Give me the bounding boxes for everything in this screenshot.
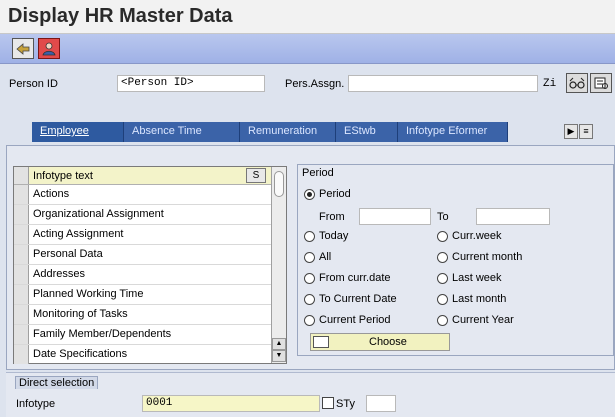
radio-label: Today xyxy=(319,230,349,242)
page-title: Display HR Master Data xyxy=(8,5,233,27)
row-select-cell[interactable] xyxy=(14,345,29,364)
title-bar: Display HR Master Data xyxy=(0,0,615,34)
radio-last-week[interactable] xyxy=(437,273,448,284)
sty-label: STy xyxy=(336,398,355,410)
radio-label: From curr.date xyxy=(319,272,391,284)
row-select-cell[interactable] xyxy=(14,245,29,264)
display-button[interactable] xyxy=(566,73,588,93)
list-item-label: Monitoring of Tasks xyxy=(33,308,128,320)
row-select-cell[interactable] xyxy=(14,225,29,244)
period-group-title: Period xyxy=(300,167,336,179)
radio-curr-week[interactable] xyxy=(437,231,448,242)
glasses-icon xyxy=(569,77,585,89)
list-scrollbar[interactable]: ▲ ▼ xyxy=(271,167,286,363)
row-select-cell[interactable] xyxy=(14,185,29,204)
radio-label: Current month xyxy=(452,251,523,263)
person-id-field[interactable]: <Person ID> xyxy=(117,75,265,92)
infotype-header-label: Infotype text xyxy=(33,170,93,182)
pers-assign-field[interactable] xyxy=(348,75,538,92)
list-item-label: Addresses xyxy=(33,268,85,280)
radio-label: Last week xyxy=(452,272,502,284)
radio-to-current-date[interactable] xyxy=(304,294,315,305)
infotype-input[interactable]: 0001 xyxy=(142,395,320,412)
person-id-label: Person ID xyxy=(9,78,58,90)
radio-label: Current Year xyxy=(452,314,514,326)
radio-label: Last month xyxy=(452,293,507,305)
right-indicator: Zi xyxy=(543,78,557,90)
radio-today[interactable] xyxy=(304,231,315,242)
to-label: To xyxy=(437,211,449,223)
list-item-label: Actions xyxy=(33,188,70,200)
to-date-field[interactable] xyxy=(476,208,550,225)
from-date-field[interactable] xyxy=(359,208,431,225)
calendar-icon xyxy=(313,336,329,348)
radio-from-curr-date[interactable] xyxy=(304,273,315,284)
radio-label: Current Period xyxy=(319,314,391,326)
radio-current-month[interactable] xyxy=(437,252,448,263)
sty-field[interactable] xyxy=(366,395,396,412)
radio-label: Curr.week xyxy=(452,230,502,242)
scroll-down-button[interactable]: ▼ xyxy=(272,350,286,362)
list-item[interactable]: Acting Assignment xyxy=(14,225,272,245)
scroll-thumb[interactable] xyxy=(274,171,284,197)
infotype-list: Infotype text S Actions Organizational A… xyxy=(13,166,287,364)
back-icon xyxy=(16,42,30,55)
list-item[interactable]: Monitoring of Tasks xyxy=(14,305,272,325)
list-item[interactable]: Addresses xyxy=(14,265,272,285)
list-item[interactable]: Organizational Assignment xyxy=(14,205,272,225)
person-icon xyxy=(42,42,56,55)
list-item[interactable]: Date Specifications xyxy=(14,345,272,364)
radio-current-year[interactable] xyxy=(437,315,448,326)
tab-remuneration[interactable]: Remuneration xyxy=(240,122,336,142)
list-item-label: Date Specifications xyxy=(33,348,128,360)
list-item-label: Planned Working Time xyxy=(33,288,144,300)
radio-last-month[interactable] xyxy=(437,294,448,305)
direct-selection-title: Direct selection xyxy=(15,376,99,389)
sort-button[interactable]: S xyxy=(246,168,266,183)
application-toolbar xyxy=(0,34,615,64)
overview-icon xyxy=(594,77,608,89)
from-label: From xyxy=(319,211,345,223)
list-item-label: Family Member/Dependents xyxy=(33,328,172,340)
list-item-label: Organizational Assignment xyxy=(33,208,164,220)
infotype-label: Infotype xyxy=(16,398,56,410)
select-all-cell[interactable] xyxy=(14,167,29,184)
list-item[interactable]: Personal Data xyxy=(14,245,272,265)
tab-list-button[interactable]: ≡ xyxy=(579,124,593,139)
radio-period[interactable] xyxy=(304,189,315,200)
tab-strip: Employee Absence Time Remuneration EStwb… xyxy=(18,122,615,142)
tab-scroll-right-button[interactable]: ▶ xyxy=(564,124,578,139)
tab-absence-time[interactable]: Absence Time xyxy=(124,122,240,142)
list-item[interactable]: Actions xyxy=(14,185,272,205)
list-item-label: Personal Data xyxy=(33,248,103,260)
scroll-up-button[interactable]: ▲ xyxy=(272,338,286,350)
row-select-cell[interactable] xyxy=(14,205,29,224)
infotype-list-header: Infotype text S xyxy=(14,167,272,185)
radio-all[interactable] xyxy=(304,252,315,263)
radio-label: To Current Date xyxy=(319,293,397,305)
pers-assign-label: Pers.Assgn. xyxy=(285,78,345,90)
tab-infotype-eformer[interactable]: Infotype Eformer xyxy=(398,122,508,142)
radio-label: All xyxy=(319,251,332,263)
period-option-label: Period xyxy=(319,188,351,200)
person-overview-button[interactable] xyxy=(38,38,60,59)
tab-estwb[interactable]: EStwb xyxy=(336,122,398,142)
infotype-search-help-icon[interactable] xyxy=(322,397,334,409)
list-item[interactable]: Planned Working Time xyxy=(14,285,272,305)
choose-label: Choose xyxy=(369,336,407,348)
tab-employee[interactable]: Employee xyxy=(32,122,124,142)
row-select-cell[interactable] xyxy=(14,325,29,344)
overview-button[interactable] xyxy=(590,73,612,93)
row-select-cell[interactable] xyxy=(14,265,29,284)
list-item-label: Acting Assignment xyxy=(33,228,124,240)
list-item[interactable]: Family Member/Dependents xyxy=(14,325,272,345)
row-select-cell[interactable] xyxy=(14,285,29,304)
row-select-cell[interactable] xyxy=(14,305,29,324)
back-button[interactable] xyxy=(12,38,34,59)
radio-current-period[interactable] xyxy=(304,315,315,326)
choose-button[interactable]: Choose xyxy=(310,333,450,351)
